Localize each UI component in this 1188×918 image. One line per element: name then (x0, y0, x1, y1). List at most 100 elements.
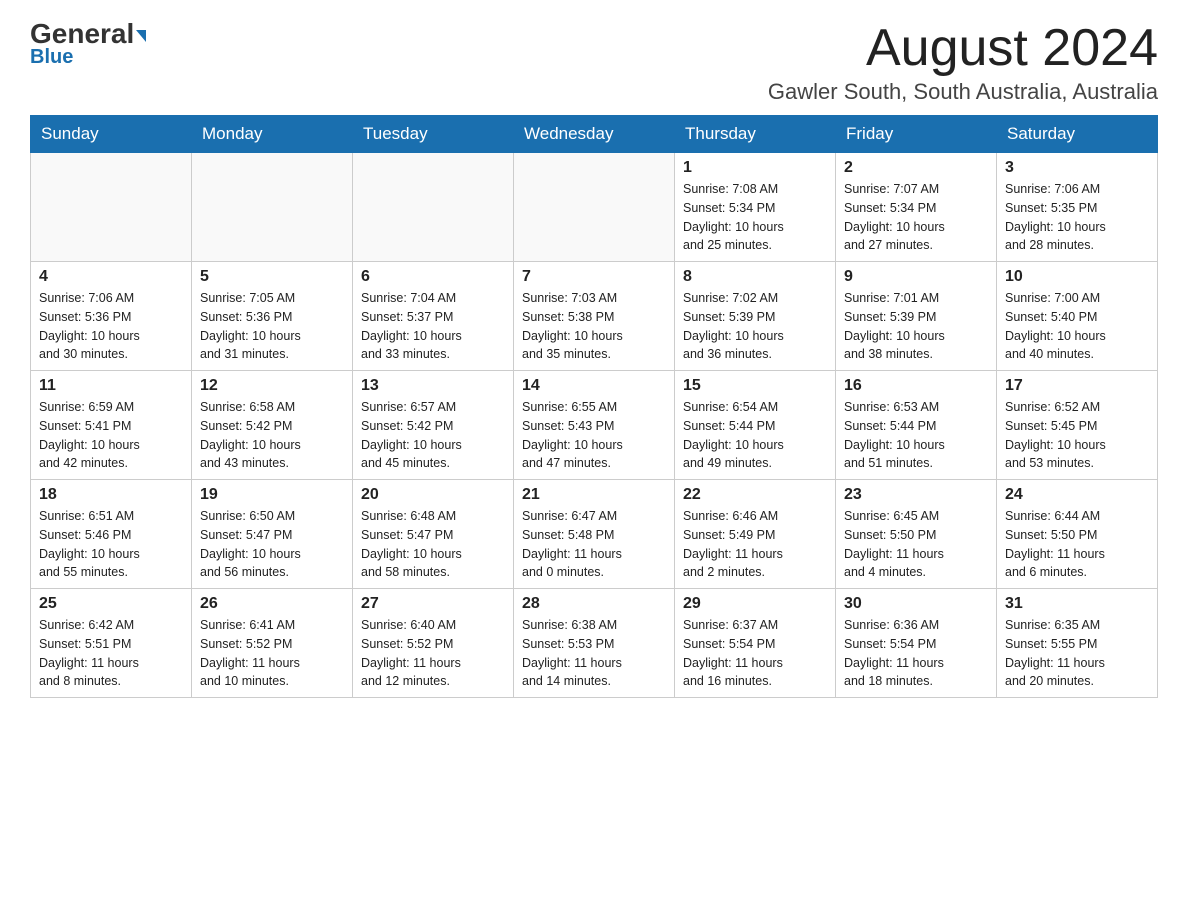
calendar-week-row: 18 Sunrise: 6:51 AMSunset: 5:46 PMDayligh… (31, 480, 1158, 589)
day-info: Sunrise: 7:07 AMSunset: 5:34 PMDaylight:… (844, 180, 988, 255)
weekday-header-wednesday: Wednesday (514, 116, 675, 153)
day-number: 14 (522, 377, 666, 395)
calendar-cell: 19Sunrise: 6:50 AMSunset: 5:47 PMDayligh… (192, 480, 353, 589)
day-number: 27 (361, 595, 505, 613)
calendar-cell: 15 Sunrise: 6:54 AMSunset: 5:44 PMDayligh… (675, 371, 836, 480)
day-number: 24 (1005, 486, 1149, 504)
day-number: 18 (39, 486, 183, 504)
day-number: 19 (200, 486, 344, 504)
day-number: 12 (200, 377, 344, 395)
day-number: 7 (522, 268, 666, 286)
day-info: Sunrise: 6:37 AMSunset: 5:54 PMDaylight:… (683, 616, 827, 691)
calendar-cell (31, 153, 192, 262)
day-number: 11 (39, 377, 183, 395)
day-number: 9 (844, 268, 988, 286)
day-info: Sunrise: 6:54 AMSunset: 5:44 PMDaylight:… (683, 398, 827, 473)
calendar-cell: 18 Sunrise: 6:51 AMSunset: 5:46 PMDayligh… (31, 480, 192, 589)
day-number: 13 (361, 377, 505, 395)
weekday-header-thursday: Thursday (675, 116, 836, 153)
calendar-cell: 3 Sunrise: 7:06 AMSunset: 5:35 PMDaylight… (997, 153, 1158, 262)
weekday-header-monday: Monday (192, 116, 353, 153)
calendar-cell (514, 153, 675, 262)
calendar-cell: 21Sunrise: 6:47 AMSunset: 5:48 PMDayligh… (514, 480, 675, 589)
calendar-cell: 8 Sunrise: 7:02 AMSunset: 5:39 PMDaylight… (675, 262, 836, 371)
calendar-subtitle: Gawler South, South Australia, Australia (768, 79, 1158, 105)
day-info: Sunrise: 6:46 AMSunset: 5:49 PMDaylight:… (683, 507, 827, 582)
day-info: Sunrise: 6:41 AMSunset: 5:52 PMDaylight:… (200, 616, 344, 691)
calendar-cell (192, 153, 353, 262)
day-number: 8 (683, 268, 827, 286)
calendar-cell: 14 Sunrise: 6:55 AMSunset: 5:43 PMDayligh… (514, 371, 675, 480)
calendar-week-row: 4Sunrise: 7:06 AMSunset: 5:36 PMDaylight… (31, 262, 1158, 371)
day-info: Sunrise: 6:51 AMSunset: 5:46 PMDaylight:… (39, 507, 183, 582)
calendar-cell: 22 Sunrise: 6:46 AMSunset: 5:49 PMDayligh… (675, 480, 836, 589)
calendar-cell: 16Sunrise: 6:53 AMSunset: 5:44 PMDayligh… (836, 371, 997, 480)
day-number: 30 (844, 595, 988, 613)
logo-sub: Blue (30, 46, 73, 69)
calendar-cell: 12 Sunrise: 6:58 AMSunset: 5:42 PMDayligh… (192, 371, 353, 480)
calendar-table: SundayMondayTuesdayWednesdayThursdayFrid… (30, 115, 1158, 698)
day-info: Sunrise: 7:01 AMSunset: 5:39 PMDaylight:… (844, 289, 988, 364)
day-info: Sunrise: 6:59 AMSunset: 5:41 PMDaylight:… (39, 398, 183, 473)
weekday-header-saturday: Saturday (997, 116, 1158, 153)
day-number: 17 (1005, 377, 1149, 395)
day-info: Sunrise: 6:35 AMSunset: 5:55 PMDaylight:… (1005, 616, 1149, 691)
day-info: Sunrise: 7:05 AMSunset: 5:36 PMDaylight:… (200, 289, 344, 364)
title-area: August 2024 Gawler South, South Australi… (768, 20, 1158, 105)
day-info: Sunrise: 7:06 AMSunset: 5:35 PMDaylight:… (1005, 180, 1149, 255)
day-info: Sunrise: 6:40 AMSunset: 5:52 PMDaylight:… (361, 616, 505, 691)
day-info: Sunrise: 7:06 AMSunset: 5:36 PMDaylight:… (39, 289, 183, 364)
day-number: 29 (683, 595, 827, 613)
day-number: 23 (844, 486, 988, 504)
day-number: 2 (844, 159, 988, 177)
calendar-week-row: 1 Sunrise: 7:08 AMSunset: 5:34 PMDaylight… (31, 153, 1158, 262)
calendar-cell: 13 Sunrise: 6:57 AMSunset: 5:42 PMDayligh… (353, 371, 514, 480)
day-info: Sunrise: 6:52 AMSunset: 5:45 PMDaylight:… (1005, 398, 1149, 473)
day-info: Sunrise: 6:44 AMSunset: 5:50 PMDaylight:… (1005, 507, 1149, 582)
day-info: Sunrise: 7:03 AMSunset: 5:38 PMDaylight:… (522, 289, 666, 364)
weekday-header-row: SundayMondayTuesdayWednesdayThursdayFrid… (31, 116, 1158, 153)
logo-triangle-icon (136, 30, 146, 42)
calendar-cell: 9 Sunrise: 7:01 AMSunset: 5:39 PMDaylight… (836, 262, 997, 371)
day-number: 5 (200, 268, 344, 286)
day-number: 15 (683, 377, 827, 395)
calendar-cell: 30 Sunrise: 6:36 AMSunset: 5:54 PMDayligh… (836, 589, 997, 698)
calendar-cell (353, 153, 514, 262)
calendar-cell: 20 Sunrise: 6:48 AMSunset: 5:47 PMDayligh… (353, 480, 514, 589)
day-number: 25 (39, 595, 183, 613)
day-number: 3 (1005, 159, 1149, 177)
day-number: 6 (361, 268, 505, 286)
day-info: Sunrise: 7:02 AMSunset: 5:39 PMDaylight:… (683, 289, 827, 364)
day-info: Sunrise: 7:00 AMSunset: 5:40 PMDaylight:… (1005, 289, 1149, 364)
day-info: Sunrise: 7:04 AMSunset: 5:37 PMDaylight:… (361, 289, 505, 364)
calendar-cell: 25 Sunrise: 6:42 AMSunset: 5:51 PMDayligh… (31, 589, 192, 698)
weekday-header-friday: Friday (836, 116, 997, 153)
calendar-cell: 26Sunrise: 6:41 AMSunset: 5:52 PMDayligh… (192, 589, 353, 698)
calendar-cell: 31 Sunrise: 6:35 AMSunset: 5:55 PMDayligh… (997, 589, 1158, 698)
calendar-cell: 17 Sunrise: 6:52 AMSunset: 5:45 PMDayligh… (997, 371, 1158, 480)
calendar-cell: 23 Sunrise: 6:45 AMSunset: 5:50 PMDayligh… (836, 480, 997, 589)
day-info: Sunrise: 6:38 AMSunset: 5:53 PMDaylight:… (522, 616, 666, 691)
day-info: Sunrise: 7:08 AMSunset: 5:34 PMDaylight:… (683, 180, 827, 255)
calendar-cell: 2 Sunrise: 7:07 AMSunset: 5:34 PMDaylight… (836, 153, 997, 262)
day-number: 10 (1005, 268, 1149, 286)
calendar-cell: 29 Sunrise: 6:37 AMSunset: 5:54 PMDayligh… (675, 589, 836, 698)
day-number: 1 (683, 159, 827, 177)
day-info: Sunrise: 6:36 AMSunset: 5:54 PMDaylight:… (844, 616, 988, 691)
day-info: Sunrise: 6:55 AMSunset: 5:43 PMDaylight:… (522, 398, 666, 473)
day-info: Sunrise: 6:58 AMSunset: 5:42 PMDaylight:… (200, 398, 344, 473)
day-number: 31 (1005, 595, 1149, 613)
day-info: Sunrise: 6:45 AMSunset: 5:50 PMDaylight:… (844, 507, 988, 582)
calendar-cell: 6 Sunrise: 7:04 AMSunset: 5:37 PMDaylight… (353, 262, 514, 371)
logo-main: General (30, 20, 146, 48)
weekday-header-tuesday: Tuesday (353, 116, 514, 153)
day-info: Sunrise: 6:42 AMSunset: 5:51 PMDaylight:… (39, 616, 183, 691)
day-number: 20 (361, 486, 505, 504)
calendar-cell: 10 Sunrise: 7:00 AMSunset: 5:40 PMDayligh… (997, 262, 1158, 371)
page-header: General Blue August 2024 Gawler South, S… (30, 20, 1158, 105)
day-info: Sunrise: 6:57 AMSunset: 5:42 PMDaylight:… (361, 398, 505, 473)
day-info: Sunrise: 6:48 AMSunset: 5:47 PMDaylight:… (361, 507, 505, 582)
calendar-cell: 24 Sunrise: 6:44 AMSunset: 5:50 PMDayligh… (997, 480, 1158, 589)
calendar-title: August 2024 (768, 20, 1158, 77)
day-number: 22 (683, 486, 827, 504)
